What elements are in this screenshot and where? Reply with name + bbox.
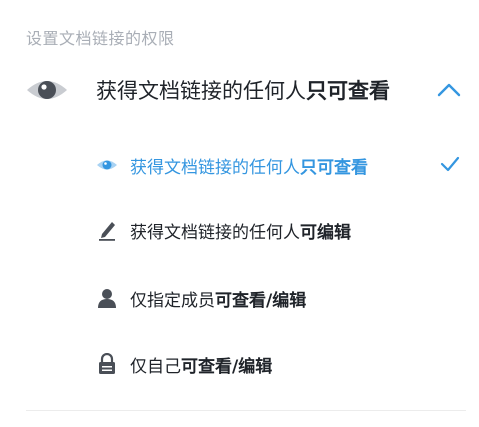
pencil-icon	[96, 219, 118, 241]
check-icon	[440, 156, 460, 172]
option-label: 获得文档链接的任何人只可查看	[130, 157, 368, 178]
lock-icon	[96, 353, 118, 375]
option-anyone-edit[interactable]: 获得文档链接的任何人可编辑	[96, 210, 466, 250]
eye-icon	[96, 154, 118, 176]
option-label: 获得文档链接的任何人可编辑	[130, 222, 351, 243]
option-members-view-edit[interactable]: 仅指定成员可查看/编辑	[96, 278, 466, 318]
permission-dropdown[interactable]: 获得文档链接的任何人只可查看	[24, 66, 464, 114]
option-anyone-view-only[interactable]: 获得文档链接的任何人只可查看	[96, 145, 466, 185]
section-title: 设置文档链接的权限	[26, 29, 175, 48]
eye-icon	[24, 66, 70, 114]
dropdown-label: 获得文档链接的任何人只可查看	[96, 79, 390, 103]
option-self-view-edit[interactable]: 仅自己可查看/编辑	[96, 344, 466, 384]
divider	[26, 410, 466, 411]
option-label: 仅自己可查看/编辑	[130, 356, 273, 377]
person-icon	[96, 287, 118, 309]
option-label: 仅指定成员可查看/编辑	[130, 290, 307, 311]
chevron-up-icon[interactable]	[436, 79, 462, 101]
